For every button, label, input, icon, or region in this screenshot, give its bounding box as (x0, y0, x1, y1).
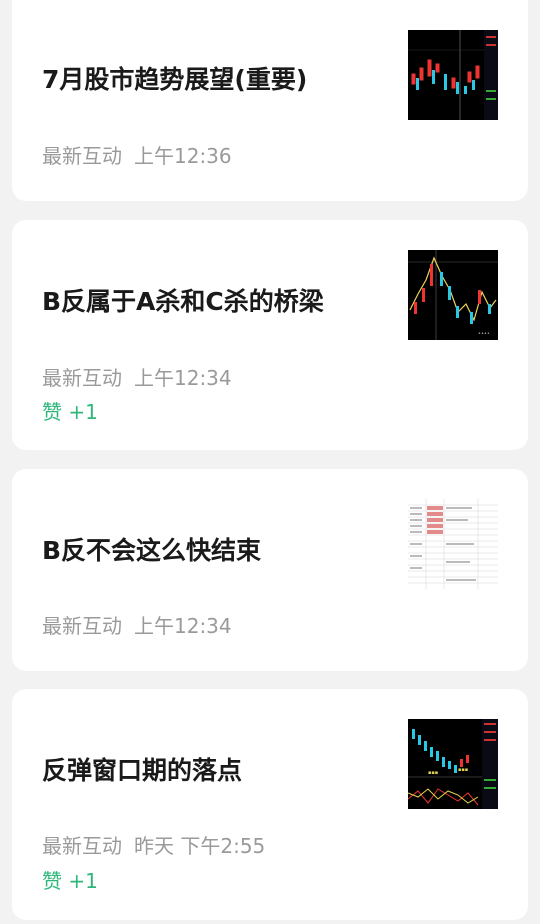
meta-label: 最新互动 (42, 144, 122, 168)
meta-label: 最新互动 (42, 366, 122, 390)
stock-chart-thumbnail: ▪▪▪ ▪▪▪ (408, 719, 498, 809)
post-card[interactable]: 反弹窗口期的落点 最新互动 昨天 下午2:55 赞 +1 ▪▪▪ ▪▪▪ (12, 689, 528, 920)
like-count: 赞 +1 (42, 400, 98, 424)
stock-chart-thumbnail (408, 30, 498, 120)
meta-label: 最新互动 (42, 834, 122, 858)
post-card[interactable]: B反属于A杀和C杀的桥梁 最新互动 上午12:34 赞 +1 •••• (12, 220, 528, 450)
post-meta: 最新互动 上午12:34 (42, 362, 232, 391)
stock-chart-thumbnail: •••• (408, 250, 498, 340)
meta-time: 上午12:34 (134, 614, 232, 638)
post-meta: 最新互动 上午12:36 (42, 140, 232, 169)
post-card[interactable]: 7月股市趋势展望(重要) 最新互动 上午12:36 (12, 0, 528, 201)
meta-time: 上午12:36 (134, 144, 232, 168)
post-title: B反不会这么快结束 (42, 536, 262, 565)
svg-text:▪▪▪: ▪▪▪ (428, 770, 438, 776)
meta-time: 上午12:34 (134, 366, 232, 390)
spreadsheet-thumbnail (408, 499, 498, 589)
meta-label: 最新互动 (42, 614, 122, 638)
svg-text:▪▪▪: ▪▪▪ (458, 767, 468, 773)
post-card[interactable]: B反不会这么快结束 最新互动 上午12:34 (12, 469, 528, 671)
meta-time: 昨天 下午2:55 (134, 834, 266, 858)
post-meta: 最新互动 昨天 下午2:55 (42, 830, 265, 859)
post-title: 7月股市趋势展望(重要) (42, 65, 308, 94)
post-meta: 最新互动 上午12:34 (42, 610, 232, 639)
like-count: 赞 +1 (42, 869, 98, 893)
post-title: B反属于A杀和C杀的桥梁 (42, 287, 324, 316)
post-title: 反弹窗口期的落点 (42, 756, 243, 785)
svg-text:••••: •••• (478, 331, 490, 337)
